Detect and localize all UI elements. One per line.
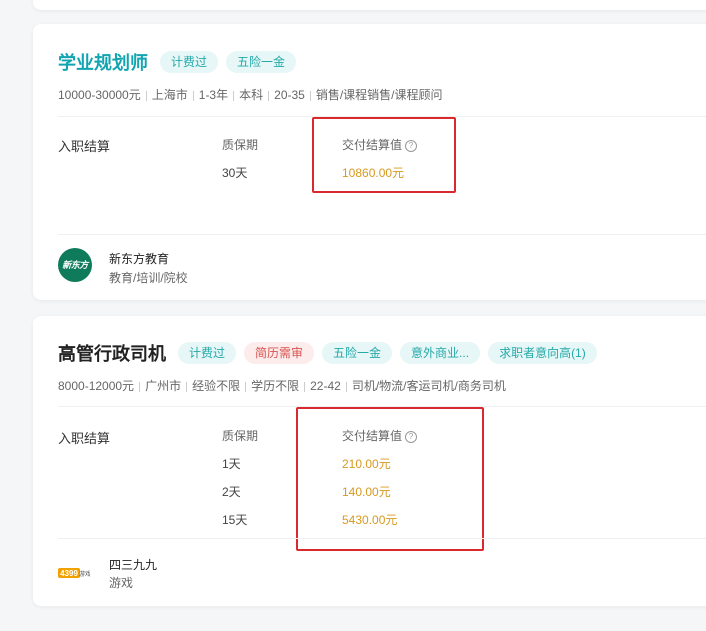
period-header: 质保期 <box>222 138 259 152</box>
age-range: 20-35 <box>274 88 305 102</box>
company-industry: 游戏 <box>109 576 134 590</box>
experience: 经验不限 <box>192 379 241 393</box>
job-card[interactable]: 学业规划师 计费过 五险一金 10000-30000元 上海市 1-3年 本科 20-3… <box>33 24 706 300</box>
company-logo: 4399 游戏 <box>58 568 90 578</box>
job-title-row: 高管行政司机 计费过 简历需审 五险一金 意外商业... 求职者意向高(1) <box>58 340 605 366</box>
period-header: 质保期 <box>222 429 259 443</box>
tag-resume-review: 简历需审 <box>244 342 315 364</box>
category: 司机/物流/客运司机/商务司机 <box>351 379 506 393</box>
education: 学历不限 <box>251 379 300 393</box>
period-value: 1天 <box>222 457 241 471</box>
experience: 1-3年 <box>198 88 229 102</box>
city: 广州市 <box>145 379 182 393</box>
settlement-label: 入职结算 <box>58 431 111 446</box>
highlight-box <box>296 407 484 551</box>
company-name[interactable]: 新东方教育 <box>109 250 169 267</box>
company-industry: 教育/培训/院校 <box>109 271 188 285</box>
salary: 8000-12000元 <box>58 379 135 393</box>
period-value: 30天 <box>222 166 248 180</box>
svg-text:游戏: 游戏 <box>79 570 90 578</box>
highlight-box <box>312 117 456 193</box>
age-range: 22-42 <box>310 379 341 393</box>
job-title-row: 学业规划师 计费过 五险一金 <box>58 49 304 75</box>
tag-benefits: 五险一金 <box>226 51 297 73</box>
tag-candidate-interest: 求职者意向高(1) <box>488 342 597 364</box>
education: 本科 <box>239 88 264 102</box>
company-logo: 新东方 <box>58 248 92 282</box>
category: 销售/课程销售/课程顾问 <box>315 88 443 102</box>
job-card[interactable]: 高管行政司机 计费过 简历需审 五险一金 意外商业... 求职者意向高(1) 8… <box>33 316 706 606</box>
job-title[interactable]: 高管行政司机 <box>58 340 166 366</box>
divider <box>58 234 706 235</box>
tag-billing: 计费过 <box>160 51 219 73</box>
job-meta: 8000-12000元 广州市 经验不限 学历不限 22-42 司机/物流/客运司机/商务… <box>58 377 506 394</box>
tag-insurance: 意外商业... <box>400 342 481 364</box>
tag-billing: 计费过 <box>178 342 237 364</box>
job-title[interactable]: 学业规划师 <box>58 49 148 75</box>
period-value: 2天 <box>222 485 241 499</box>
settlement-label: 入职结算 <box>58 139 111 154</box>
previous-job-card[interactable] <box>33 0 706 10</box>
svg-text:4399: 4399 <box>60 569 78 578</box>
divider <box>58 538 706 539</box>
period-value: 15天 <box>222 513 248 527</box>
city: 上海市 <box>151 88 188 102</box>
job-meta: 10000-30000元 上海市 1-3年 本科 20-35 销售/课程销售/课程顾问 <box>58 86 443 103</box>
tag-benefits: 五险一金 <box>322 342 393 364</box>
salary: 10000-30000元 <box>58 88 141 102</box>
company-name[interactable]: 四三九九 <box>109 556 157 573</box>
